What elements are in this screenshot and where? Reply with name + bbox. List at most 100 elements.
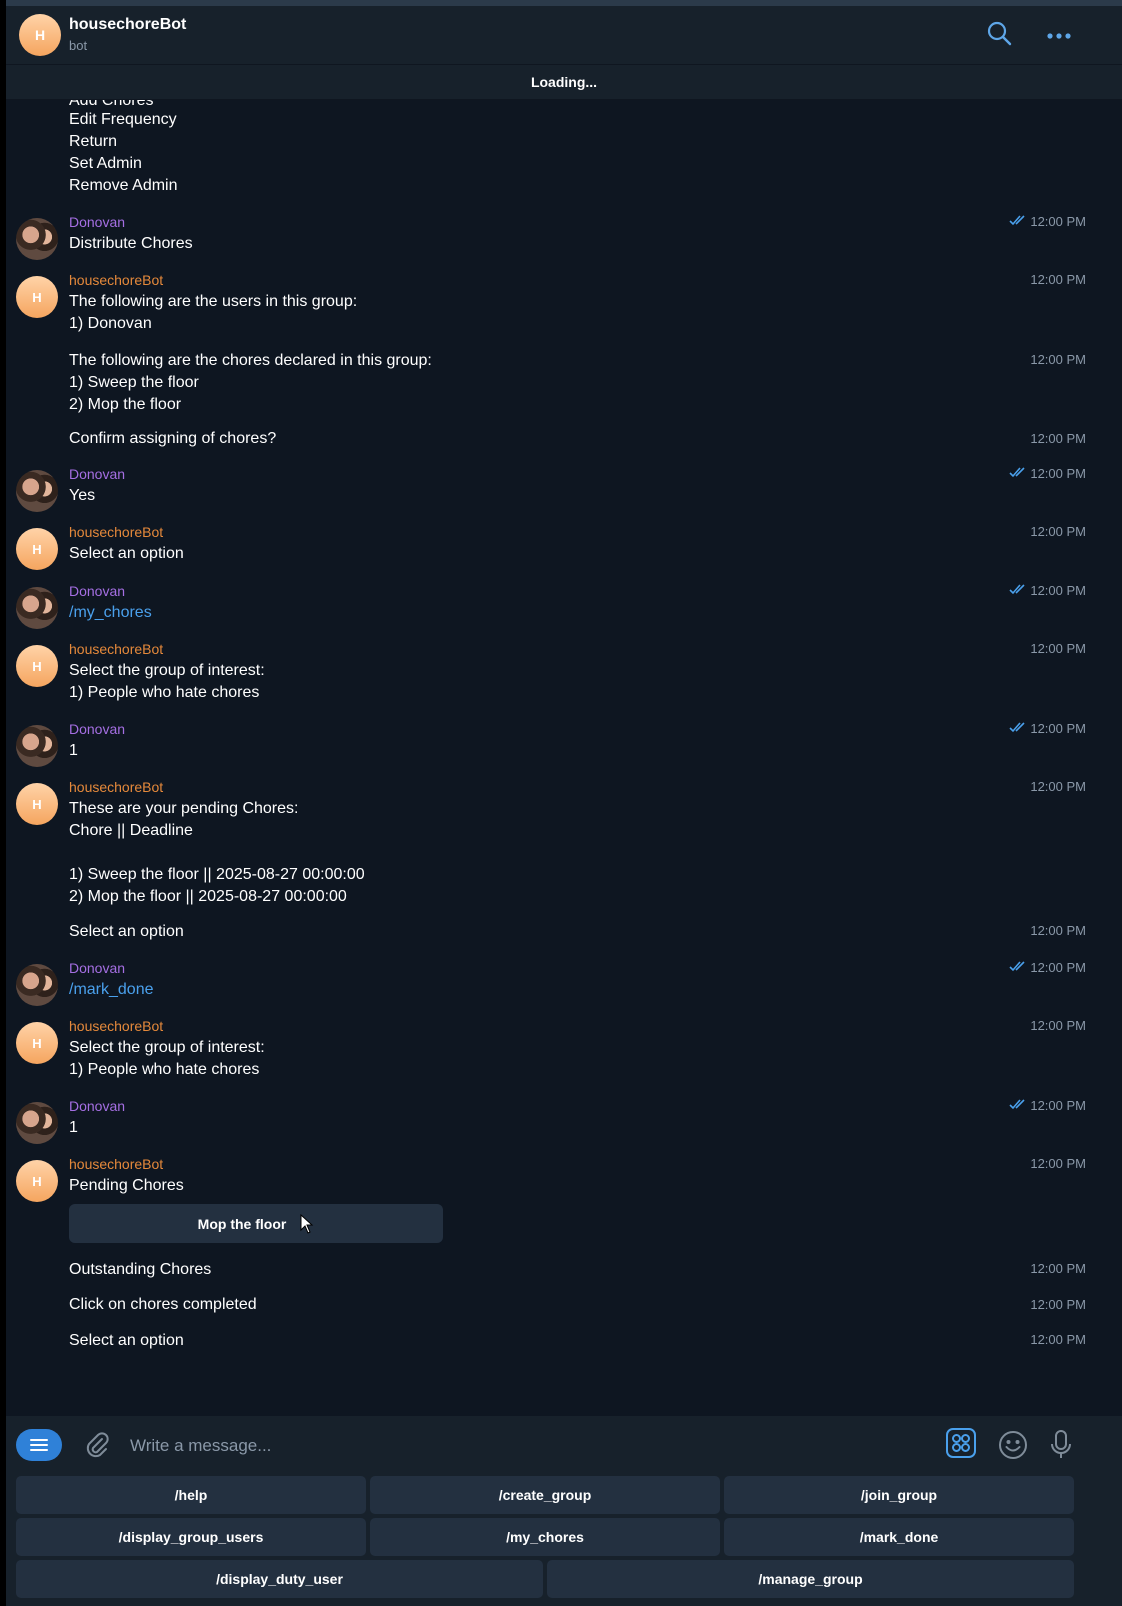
avatar-initial: H (32, 796, 42, 812)
bot-avatar[interactable]: H (16, 1022, 58, 1064)
time-text: 12:00 PM (1030, 466, 1086, 481)
sender-name[interactable]: housechoreBot (69, 640, 163, 658)
avatar-initial: H (32, 541, 42, 557)
message-time: 12:00 PM (1009, 214, 1086, 229)
keyboard-button-display-group-users[interactable]: /display_group_users (16, 1518, 366, 1556)
message-time: 12:00 PM (1030, 1018, 1086, 1033)
chat-header: H housechoreBot bot (6, 6, 1122, 65)
message-time: 12:00 PM (1030, 524, 1086, 539)
double-check-icon (1009, 214, 1027, 229)
menu-line: Return (69, 133, 118, 150)
menu-line: Set Admin (69, 155, 142, 172)
avatar-initial: H (32, 1035, 42, 1051)
bot-avatar[interactable]: H (16, 783, 58, 825)
sender-name[interactable]: Donovan (69, 582, 125, 600)
telegram-chat-window: H housechoreBot bot Loading... Add Chore… (6, 0, 1122, 1606)
sender-name[interactable]: Donovan (69, 959, 125, 977)
user-avatar[interactable] (16, 218, 58, 260)
keyboard-button-display-duty-user[interactable]: /display_duty_user (16, 1560, 543, 1598)
time-text: 12:00 PM (1030, 1098, 1086, 1113)
message-time: 12:00 PM (1009, 960, 1086, 975)
sender-name[interactable]: Donovan (69, 465, 125, 483)
reply-keyboard: /help /create_group /join_group /display… (6, 1474, 1122, 1606)
time-text: 12:00 PM (1030, 721, 1086, 736)
command-link[interactable]: /my_chores (69, 602, 152, 624)
message-text: Confirm assigning of chores? (69, 430, 277, 447)
bot-avatar[interactable]: H (19, 14, 61, 56)
inline-button-mop-the-floor[interactable]: Mop the floor (69, 1204, 443, 1243)
more-icon[interactable] (1046, 28, 1072, 46)
keyboard-button-manage-group[interactable]: /manage_group (547, 1560, 1074, 1598)
avatar-initial: H (32, 1173, 42, 1189)
avatar-initial: H (34, 27, 46, 43)
bot-avatar[interactable]: H (16, 528, 58, 570)
sender-name[interactable]: Donovan (69, 1097, 125, 1115)
sender-name[interactable]: Donovan (69, 213, 125, 231)
avatar-initial: H (32, 289, 42, 305)
sender-name[interactable]: Donovan (69, 720, 125, 738)
message-time: 12:00 PM (1030, 1297, 1086, 1312)
sender-name[interactable]: housechoreBot (69, 271, 163, 289)
loading-banner: Loading... (6, 65, 1122, 100)
message-text: Yes (69, 487, 96, 504)
menu-line: Remove Admin (69, 177, 178, 194)
message-time: 12:00 PM (1009, 583, 1086, 598)
time-text: 12:00 PM (1030, 583, 1086, 598)
message-time: 12:00 PM (1030, 1261, 1086, 1276)
message-text: Select the group of interest: 1) People … (69, 1039, 265, 1078)
message-text: 1 (69, 742, 78, 759)
message-text: Distribute Chores (69, 235, 193, 252)
inline-button-label: Mop the floor (197, 1215, 287, 1232)
sender-name[interactable]: housechoreBot (69, 1155, 163, 1173)
keyboard-button-create-group[interactable]: /create_group (370, 1476, 720, 1514)
message-composer (6, 1416, 1122, 1474)
user-avatar[interactable] (16, 470, 58, 512)
avatar-initial: H (32, 658, 42, 674)
bot-avatar[interactable]: H (16, 1160, 58, 1202)
message-text: Outstanding Chores (69, 1261, 212, 1278)
user-avatar[interactable] (16, 964, 58, 1006)
message-text: Select an option (69, 1332, 184, 1349)
cursor-icon (300, 1213, 314, 1234)
message-text: Pending Chores (69, 1177, 184, 1194)
keyboard-button-help[interactable]: /help (16, 1476, 366, 1514)
keyboard-button-mark-done[interactable]: /mark_done (724, 1518, 1074, 1556)
message-list[interactable]: Add Chores Edit Frequency Return Set Adm… (6, 100, 1122, 1416)
chat-title[interactable]: housechoreBot (69, 16, 186, 34)
message-time: 12:00 PM (1030, 779, 1086, 794)
double-check-icon (1009, 721, 1027, 736)
sender-name[interactable]: housechoreBot (69, 523, 163, 541)
user-avatar[interactable] (16, 725, 58, 767)
message-time: 12:00 PM (1009, 721, 1086, 736)
keyboard-button-join-group[interactable]: /join_group (724, 1476, 1074, 1514)
message-text: The following are the chores declared in… (69, 352, 432, 413)
bot-avatar[interactable]: H (16, 276, 58, 318)
command-link[interactable]: /mark_done (69, 979, 154, 1001)
sender-name[interactable]: housechoreBot (69, 1017, 163, 1035)
message-text: Click on chores completed (69, 1296, 257, 1313)
user-avatar[interactable] (16, 1102, 58, 1144)
double-check-icon (1009, 583, 1027, 598)
message-time: 12:00 PM (1030, 272, 1086, 287)
message-time: 12:00 PM (1009, 1098, 1086, 1113)
message-text: Select the group of interest: 1) People … (69, 662, 265, 701)
message-text: Select an option (69, 545, 184, 562)
message-text: These are your pending Chores: Chore || … (69, 800, 365, 905)
double-check-icon (1009, 960, 1027, 975)
message-input[interactable] (128, 1428, 932, 1464)
menu-icon[interactable] (16, 1429, 62, 1461)
user-avatar[interactable] (16, 587, 58, 629)
microphone-icon[interactable] (1049, 1430, 1073, 1465)
message-text: Select an option (69, 923, 184, 940)
commands-icon[interactable] (946, 1428, 976, 1463)
message-time: 12:00 PM (1030, 1332, 1086, 1347)
sender-name[interactable]: housechoreBot (69, 778, 163, 796)
paperclip-icon[interactable] (84, 1431, 110, 1464)
message-time: 12:00 PM (1030, 1156, 1086, 1171)
keyboard-button-my-chores[interactable]: /my_chores (370, 1518, 720, 1556)
bot-avatar[interactable]: H (16, 645, 58, 687)
message-text: The following are the users in this grou… (69, 293, 358, 332)
emoji-icon[interactable] (998, 1430, 1028, 1465)
double-check-icon (1009, 466, 1027, 481)
search-icon[interactable] (986, 20, 1012, 51)
